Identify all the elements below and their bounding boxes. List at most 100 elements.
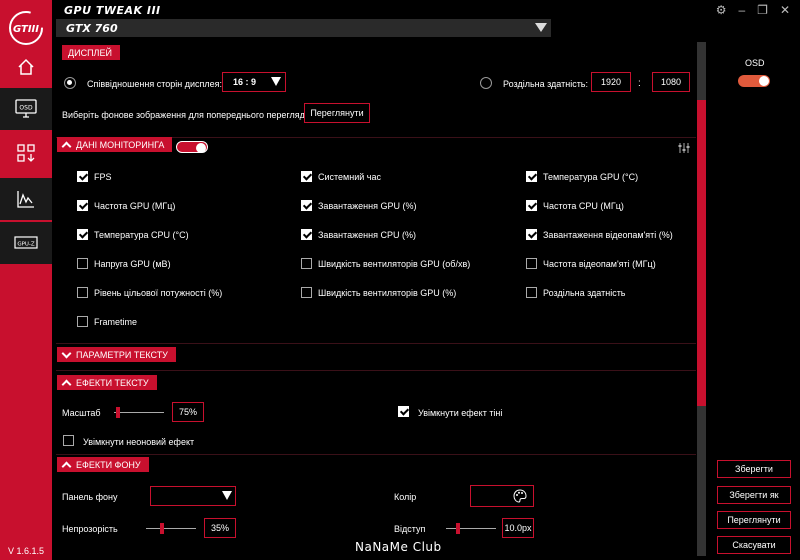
palette-icon: [513, 489, 527, 503]
monitoring-checkbox-label: Швидкість вентиляторів GPU (%): [318, 288, 457, 298]
watermark-text: NaNaMe Club: [355, 540, 442, 554]
chevron-up-icon: [61, 379, 72, 390]
sidebar-item-osd[interactable]: OSD: [0, 88, 52, 130]
background-image-label: Виберіть фонове зображення для попереднь…: [62, 110, 312, 120]
monitoring-checkbox[interactable]: [77, 229, 88, 240]
cancel-button[interactable]: Скасувати: [717, 536, 791, 554]
osd-toggle[interactable]: [738, 75, 770, 87]
monitoring-checkbox[interactable]: [526, 171, 537, 182]
gt3-logo-icon[interactable]: GTIII: [6, 8, 46, 48]
restore-icon[interactable]: ❐: [757, 4, 768, 16]
close-icon[interactable]: ✕: [780, 4, 790, 16]
divider: [56, 454, 696, 455]
opacity-label: Непрозорість: [62, 524, 118, 534]
monitoring-checkbox[interactable]: [301, 200, 312, 211]
section-monitoring-title: ДАНІ МОНІТОРИНГА: [76, 139, 165, 150]
scale-slider[interactable]: [114, 412, 164, 413]
osd-icon: OSD: [15, 99, 37, 118]
aspect-ratio-label: Співвідношення сторін дисплея:: [87, 79, 222, 89]
monitoring-toggle[interactable]: [176, 141, 208, 153]
monitoring-checkbox[interactable]: [301, 258, 312, 269]
chevron-up-icon: [61, 141, 72, 152]
section-text-params-header[interactable]: ПАРАМЕТРИ ТЕКСТУ: [57, 347, 176, 362]
monitoring-checkbox[interactable]: [526, 258, 537, 269]
scale-label: Масштаб: [62, 408, 101, 418]
chevron-up-icon: [61, 461, 72, 472]
neon-effect-checkbox[interactable]: [63, 435, 74, 446]
scrollbar-thumb[interactable]: [697, 100, 706, 406]
sliders-settings-icon[interactable]: [678, 142, 690, 154]
chevron-down-icon: [222, 491, 232, 500]
gpu-selector[interactable]: GTX 760: [56, 19, 551, 37]
settings-icon[interactable]: ⚙: [716, 4, 727, 16]
apps-icon: [17, 144, 35, 162]
monitoring-checkbox[interactable]: [301, 171, 312, 182]
monitor-icon: [17, 191, 34, 208]
padding-slider[interactable]: [446, 528, 496, 529]
monitoring-checkbox-label: FPS: [94, 172, 112, 182]
minimize-icon[interactable]: –: [738, 4, 745, 16]
section-text-effects-title: ЕФЕКТИ ТЕКСТУ: [76, 377, 149, 388]
sidebar-item-apps[interactable]: [0, 132, 52, 174]
chevron-down-icon: [271, 77, 281, 86]
monitoring-checkbox-label: Частота відеопам'яті (МГц): [543, 259, 656, 269]
shadow-effect-label: Увімкнути ефект тіні: [418, 408, 503, 418]
background-panel-select[interactable]: [150, 486, 236, 506]
resolution-label: Роздільна здатність:: [503, 79, 588, 89]
monitoring-checkbox-label: Рівень цільової потужності (%): [94, 288, 223, 298]
aspect-ratio-radio[interactable]: [64, 77, 76, 89]
chevron-down-icon: [61, 348, 72, 358]
monitoring-checkbox-label: Напруга GPU (мВ): [94, 259, 171, 269]
shadow-effect-checkbox[interactable]: [398, 406, 409, 417]
padding-slider-knob[interactable]: [456, 523, 460, 534]
opacity-value[interactable]: 35%: [204, 518, 236, 538]
chevron-down-icon: [535, 23, 547, 32]
opacity-slider-knob[interactable]: [160, 523, 164, 534]
version-label: V 1.6.1.5: [8, 546, 45, 556]
padding-value[interactable]: 10.0px: [502, 518, 534, 538]
monitoring-checkbox[interactable]: [77, 200, 88, 211]
scale-value[interactable]: 75%: [172, 402, 204, 422]
monitoring-checkbox[interactable]: [526, 200, 537, 211]
monitoring-checkbox[interactable]: [77, 316, 88, 327]
resolution-width-input[interactable]: 1920: [591, 72, 631, 92]
section-monitoring-header[interactable]: ДАНІ МОНІТОРИНГА: [57, 137, 173, 152]
preview-button[interactable]: Переглянути: [717, 511, 791, 529]
monitoring-checkbox[interactable]: [301, 229, 312, 240]
sidebar-item-gpuz[interactable]: GPU-Z: [0, 222, 52, 264]
divider: [56, 343, 696, 344]
monitoring-checkbox-label: Роздільна здатність: [543, 288, 626, 298]
monitoring-checkbox[interactable]: [301, 287, 312, 298]
sidebar-item-home[interactable]: [0, 46, 52, 88]
window-controls: ⚙ – ❐ ✕: [716, 4, 790, 16]
gpuz-icon: GPU-Z: [14, 236, 38, 249]
section-text-effects-header[interactable]: ЕФЕКТИ ТЕКСТУ: [57, 375, 157, 390]
gpu-name: GTX 760: [66, 21, 118, 35]
color-picker[interactable]: [470, 485, 534, 507]
neon-effect-label: Увімкнути неоновий ефект: [83, 437, 195, 447]
opacity-slider[interactable]: [146, 528, 196, 529]
monitoring-checkbox[interactable]: [77, 287, 88, 298]
sidebar-item-monitor[interactable]: [0, 178, 52, 220]
section-bg-effects-header[interactable]: ЕФЕКТИ ФОНУ: [57, 457, 149, 472]
monitoring-checkbox[interactable]: [77, 171, 88, 182]
monitoring-checkbox[interactable]: [526, 287, 537, 298]
monitoring-checkbox[interactable]: [526, 229, 537, 240]
monitoring-checkbox-label: Завантаження CPU (%): [318, 230, 416, 240]
resolution-height-input[interactable]: 1080: [652, 72, 690, 92]
divider: [56, 370, 696, 371]
browse-button[interactable]: Переглянути: [304, 103, 370, 123]
osd-label: OSD: [745, 58, 765, 68]
padding-label: Відступ: [394, 524, 426, 534]
resolution-radio[interactable]: [480, 77, 492, 89]
aspect-ratio-select[interactable]: 16 : 9: [222, 72, 286, 92]
svg-text:OSD: OSD: [19, 105, 33, 112]
color-label: Колір: [394, 492, 417, 502]
scale-slider-knob[interactable]: [116, 407, 120, 418]
monitoring-checkbox-label: Температура GPU (°C): [543, 172, 639, 182]
save-as-button[interactable]: Зберегти як: [717, 486, 791, 504]
sidebar: GTIII OSD GPU-Z: [0, 0, 52, 560]
monitoring-checkbox[interactable]: [77, 258, 88, 269]
resolution-separator: :: [638, 78, 641, 89]
save-button[interactable]: Зберегти: [717, 460, 791, 478]
